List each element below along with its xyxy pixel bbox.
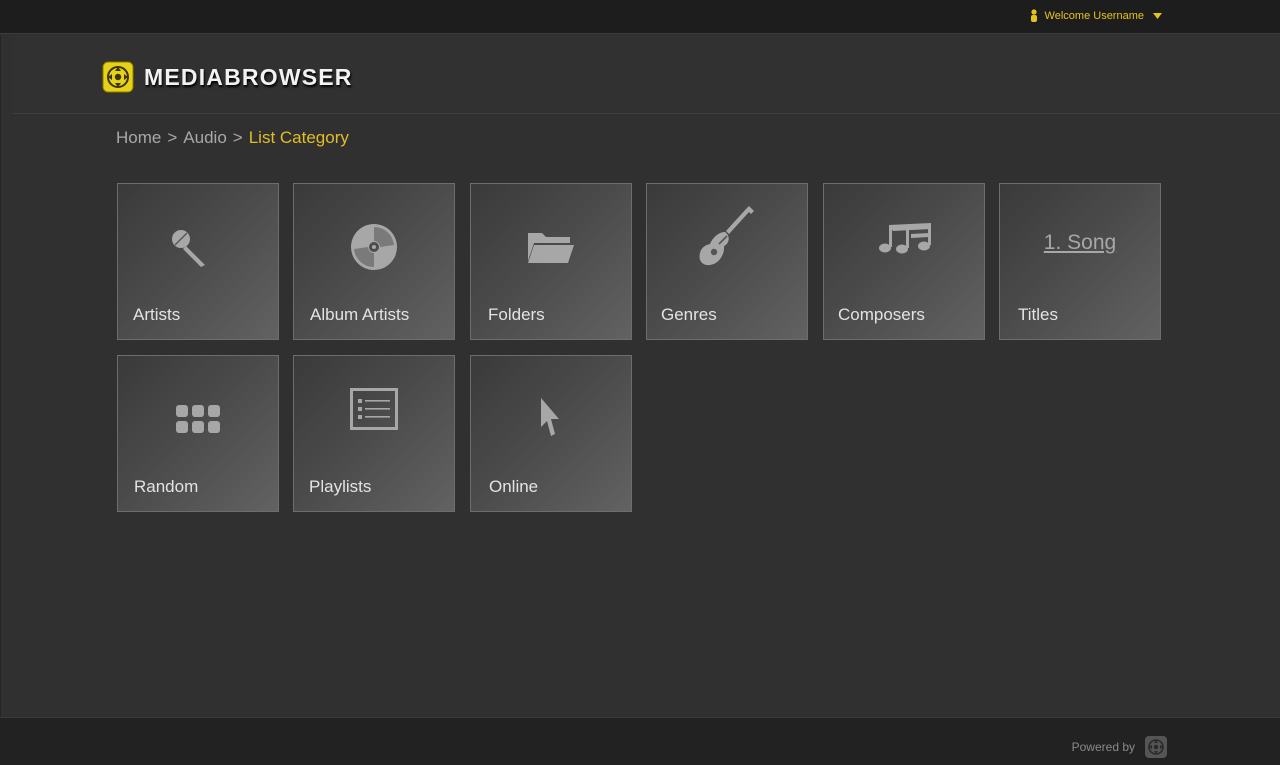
powered-by-text: Powered by [1071, 740, 1135, 754]
top-bar: Welcome Username [0, 0, 1280, 34]
tile-random[interactable]: Random [117, 355, 279, 512]
tile-playlists[interactable]: Playlists [293, 355, 455, 512]
tile-titles[interactable]: 1. Song Titles [999, 183, 1161, 340]
user-icon [1030, 9, 1037, 22]
breadcrumb-audio[interactable]: Audio [183, 128, 226, 148]
breadcrumb-home[interactable]: Home [116, 128, 161, 148]
tile-label: Album Artists [310, 305, 410, 324]
music-notes-icon [879, 223, 931, 254]
guitar-icon [699, 206, 754, 266]
tile-online[interactable]: Online [470, 355, 632, 512]
chevron-down-icon[interactable] [1153, 12, 1162, 20]
tile-folders[interactable]: Folders [470, 183, 632, 340]
tile-label: Folders [488, 305, 545, 324]
tile-album-artists[interactable]: Album Artists [293, 183, 455, 340]
list-icon [350, 388, 398, 430]
tile-label: Online [489, 477, 539, 496]
breadcrumb-separator: > [232, 128, 243, 147]
main-content: MEDIABROWSER Home > Audio > List Categor… [0, 35, 1280, 717]
tile-composers[interactable]: Composers [823, 183, 985, 340]
tile-label: Artists [133, 305, 181, 324]
tile-label: Composers [838, 305, 925, 324]
tile-label: Random [134, 477, 199, 496]
breadcrumb: Home > Audio > List Category [116, 128, 349, 148]
folder-icon [528, 233, 574, 263]
logo-text: MEDIABROWSER [144, 63, 353, 90]
breadcrumb-current: List Category [248, 128, 349, 147]
song-icon: 1. Song [1043, 231, 1117, 254]
powered-by: Powered by [1072, 735, 1168, 759]
breadcrumb-separator: > [167, 128, 178, 147]
tile-label: Titles [1018, 305, 1058, 324]
tile-artists[interactable]: Artists [117, 183, 279, 340]
mediabrowser-logo-icon [102, 61, 134, 93]
footer: Powered by [0, 717, 1280, 765]
microphone-icon [172, 230, 205, 267]
mediabrowser-logo-icon[interactable] [1144, 735, 1168, 759]
cursor-icon [541, 398, 559, 436]
logo[interactable]: MEDIABROWSER [101, 60, 353, 94]
disc-icon [351, 224, 397, 270]
header: MEDIABROWSER [13, 35, 1280, 114]
user-menu[interactable]: Welcome Username [1029, 9, 1162, 22]
tile-genres[interactable]: Genres [646, 183, 808, 340]
grid-icon [176, 405, 220, 433]
tile-label: Genres [661, 305, 717, 324]
welcome-label: Welcome Username [1044, 9, 1144, 22]
tile-label: Playlists [309, 477, 372, 496]
